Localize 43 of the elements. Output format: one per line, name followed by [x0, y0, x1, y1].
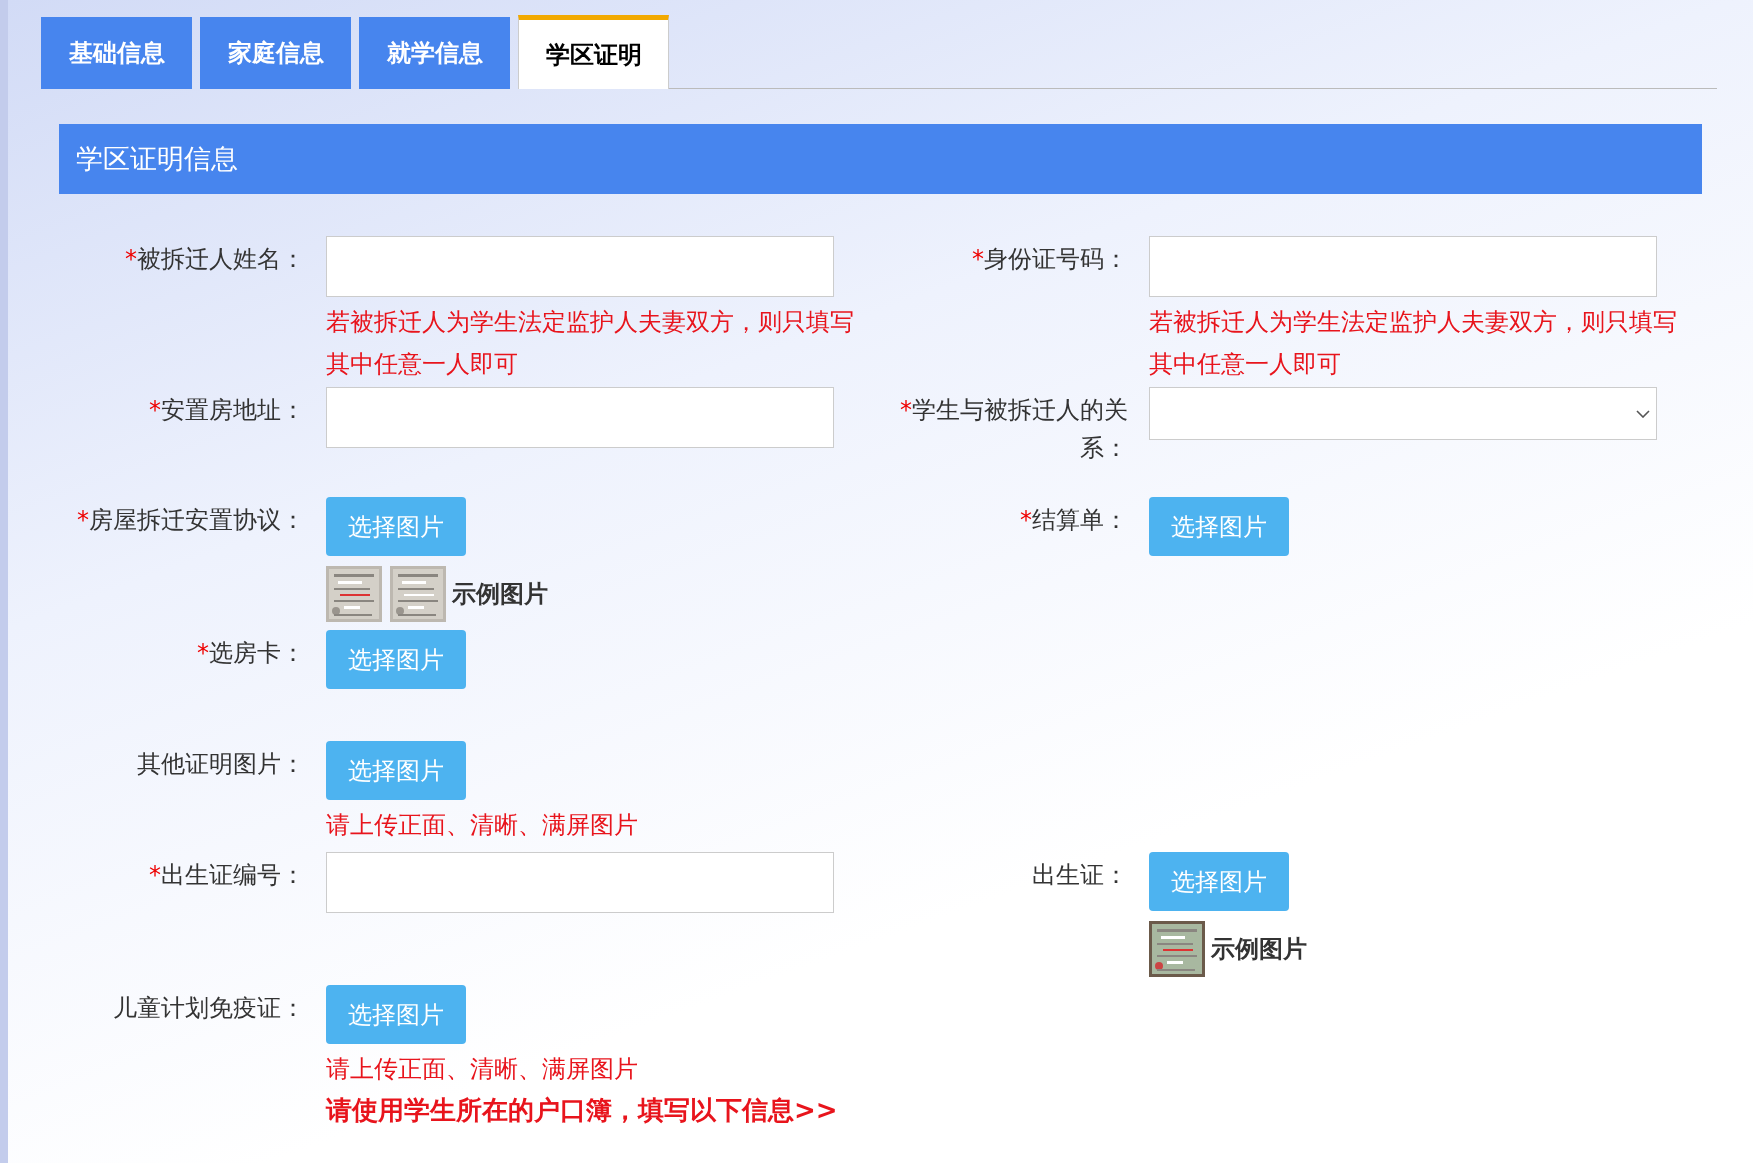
choose-image-button[interactable]: 选择图片 — [326, 741, 466, 800]
hint-text: 若被拆迁人为学生法定监护人夫妻双方，则只填写其中任意一人即可 — [1149, 307, 1678, 380]
choose-image-button[interactable]: 选择图片 — [1149, 497, 1289, 556]
hint-text: 请上传正面、清晰、满屏图片 — [326, 810, 639, 841]
field-label: 身份证号码： — [984, 245, 1128, 273]
choose-image-button[interactable]: 选择图片 — [1149, 852, 1289, 911]
sample-image-label: 示例图片 — [1211, 934, 1307, 965]
section-title: 学区证明信息 — [76, 142, 238, 176]
required-mark: * — [972, 245, 984, 273]
select-field[interactable] — [1149, 387, 1657, 440]
input-field[interactable] — [1149, 236, 1657, 297]
choose-image-button[interactable]: 选择图片 — [326, 985, 466, 1044]
field-label: 被拆迁人姓名： — [137, 245, 305, 273]
sample-image-label: 示例图片 — [452, 579, 548, 610]
field-label: 其他证明图片： — [137, 750, 305, 778]
required-mark: * — [1020, 506, 1032, 534]
input-field[interactable] — [326, 852, 834, 913]
tab[interactable]: 基础信息 — [41, 17, 192, 89]
field-label: 儿童计划免疫证： — [113, 994, 305, 1022]
required-mark: * — [197, 639, 209, 667]
choose-image-button[interactable]: 选择图片 — [326, 497, 466, 556]
tab[interactable]: 学区证明 — [518, 15, 669, 89]
field-label: 出生证编号： — [161, 861, 305, 889]
field-label: 选房卡： — [209, 639, 305, 667]
field-label: 出生证： — [1032, 861, 1128, 889]
field-label: 安置房地址： — [161, 396, 305, 424]
hint-text: 若被拆迁人为学生法定监护人夫妻双方，则只填写其中任意一人即可 — [326, 307, 855, 380]
input-field[interactable] — [326, 387, 834, 448]
field-label: 学生与被拆迁人的关系： — [912, 396, 1128, 462]
notice-text: 请使用学生所在的户口簿，填写以下信息>> — [326, 1094, 839, 1127]
chevron-down-icon — [1636, 409, 1650, 418]
tab[interactable]: 家庭信息 — [200, 17, 351, 89]
input-field[interactable] — [326, 236, 834, 297]
field-label: 结算单： — [1032, 506, 1128, 534]
required-mark: * — [149, 861, 161, 889]
tab[interactable]: 就学信息 — [359, 17, 510, 89]
required-mark: * — [77, 506, 89, 534]
required-mark: * — [900, 396, 912, 424]
choose-image-button[interactable]: 选择图片 — [326, 630, 466, 689]
required-mark: * — [125, 245, 137, 273]
field-label: 房屋拆迁安置协议： — [89, 506, 305, 534]
required-mark: * — [149, 396, 161, 424]
hint-text: 请上传正面、清晰、满屏图片 — [326, 1054, 639, 1085]
